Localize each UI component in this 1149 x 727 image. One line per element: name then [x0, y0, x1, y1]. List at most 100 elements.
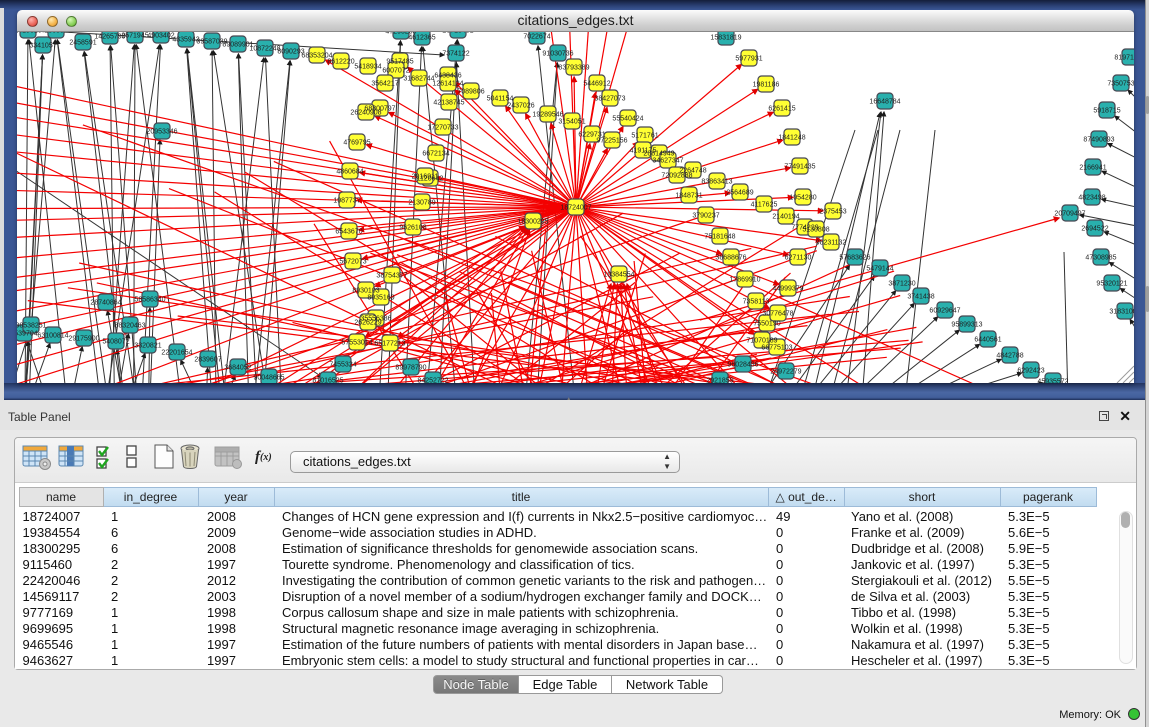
svg-text:2264748: 2264748 [679, 168, 706, 175]
svg-text:2921859: 2921859 [706, 378, 733, 384]
svg-text:47308985: 47308985 [1085, 255, 1116, 262]
svg-text:3341057: 3341057 [29, 43, 56, 50]
svg-text:4117625: 4117625 [751, 202, 778, 209]
svg-text:81016525: 81016525 [312, 378, 343, 384]
svg-text:5418934: 5418934 [354, 64, 381, 71]
svg-text:87490893: 87490893 [1083, 137, 1114, 144]
svg-text:5130808: 5130808 [802, 227, 829, 234]
svg-text:66775103: 66775103 [761, 345, 792, 352]
svg-text:3320821: 3320821 [134, 343, 161, 350]
svg-text:3741438: 3741438 [907, 294, 934, 301]
svg-text:2166941: 2166941 [1079, 165, 1106, 172]
svg-text:1419610: 1419610 [17, 32, 42, 35]
svg-text:7089806: 7089806 [457, 89, 484, 96]
svg-text:5672073: 5672073 [339, 259, 366, 266]
svg-text:2016911: 2016911 [412, 174, 439, 181]
svg-text:91030736: 91030736 [542, 51, 573, 58]
svg-text:1841248: 1841248 [778, 135, 805, 142]
svg-text:4539704: 4539704 [17, 331, 38, 338]
svg-text:5977931: 5977931 [735, 56, 762, 63]
svg-text:16648784: 16648784 [869, 99, 900, 106]
svg-text:23718431: 23718431 [442, 32, 473, 35]
svg-text:6672134: 6672134 [422, 151, 449, 158]
svg-text:9626108: 9626108 [399, 225, 426, 232]
svg-text:2130789: 2130789 [408, 200, 435, 207]
svg-text:12614124: 12614124 [432, 81, 463, 88]
svg-text:20953346: 20953346 [146, 129, 177, 136]
svg-text:6261415: 6261415 [768, 106, 795, 113]
svg-text:2626229: 2626229 [354, 320, 381, 327]
svg-text:95320121: 95320121 [1096, 281, 1127, 288]
svg-text:7455324: 7455324 [329, 362, 356, 369]
svg-text:75181648: 75181648 [704, 234, 735, 241]
svg-text:7350753: 7350753 [1107, 81, 1134, 88]
svg-text:3871230: 3871230 [888, 281, 915, 288]
svg-text:2375453: 2375453 [819, 209, 846, 216]
svg-text:5918715: 5918715 [1093, 108, 1120, 115]
svg-text:2839607: 2839607 [194, 357, 221, 364]
svg-text:26240908: 26240908 [350, 110, 381, 117]
svg-text:18300295: 18300295 [517, 219, 548, 226]
svg-text:31682744: 31682744 [403, 76, 434, 83]
svg-text:28814949: 28814949 [643, 151, 674, 158]
svg-text:8935169: 8935169 [367, 295, 394, 302]
svg-text:8930103: 8930103 [352, 288, 379, 295]
svg-text:7374122: 7374122 [442, 51, 469, 58]
svg-text:89978790: 89978790 [395, 365, 426, 372]
svg-text:2564689: 2564689 [726, 190, 753, 197]
svg-text:65177213: 65177213 [374, 341, 405, 348]
svg-text:57553014: 57553014 [341, 340, 372, 347]
svg-text:83863413: 83863413 [701, 179, 732, 186]
svg-text:24972279: 24972279 [770, 369, 801, 376]
svg-text:8612220: 8612220 [327, 59, 354, 66]
svg-text:3790237: 3790237 [692, 213, 719, 220]
svg-text:90048665: 90048665 [253, 375, 284, 382]
svg-text:4823498: 4823498 [1078, 195, 1105, 202]
svg-text:28740864: 28740864 [90, 300, 121, 307]
svg-text:15831819: 15831819 [710, 35, 741, 42]
svg-text:4612365: 4612365 [408, 35, 435, 42]
svg-text:6438436: 6438436 [434, 73, 461, 80]
svg-text:42138745: 42138745 [433, 100, 464, 107]
svg-text:6271130: 6271130 [785, 255, 812, 262]
svg-text:1848731: 1848731 [675, 193, 702, 200]
svg-text:5171761: 5171761 [631, 133, 658, 140]
svg-text:4769795: 4769795 [343, 140, 370, 147]
svg-text:5041154: 5041154 [487, 96, 514, 103]
svg-text:38538251: 38538251 [17, 323, 47, 330]
svg-text:7358113: 7358113 [743, 299, 770, 306]
svg-text:3564217: 3564217 [371, 81, 398, 88]
svg-text:(x): (x) [260, 452, 272, 463]
svg-text:44999379: 44999379 [772, 286, 803, 293]
svg-text:17270733: 17270733 [427, 125, 458, 132]
svg-text:19384554: 19384554 [603, 272, 634, 279]
svg-text:1987737: 1987737 [333, 198, 360, 205]
svg-text:96028436: 96028436 [727, 362, 758, 369]
svg-text:17869910: 17869910 [729, 277, 760, 284]
svg-text:71070189: 71070189 [746, 338, 777, 345]
svg-text:58586340: 58586340 [134, 297, 165, 304]
svg-text:31831063: 31831063 [1109, 309, 1134, 316]
svg-text:30776478: 30776478 [762, 311, 793, 318]
svg-text:6543670: 6543670 [335, 229, 362, 236]
svg-text:5408072: 5408072 [102, 339, 129, 346]
svg-text:2140194: 2140194 [772, 214, 799, 221]
svg-text:5446912: 5446912 [583, 81, 610, 88]
svg-text:63100814: 63100814 [37, 333, 68, 340]
svg-text:83793389: 83793389 [558, 65, 589, 72]
svg-text:98231132: 98231132 [816, 240, 847, 247]
svg-text:20709497: 20709497 [1054, 211, 1085, 218]
svg-text:10872248: 10872248 [249, 46, 280, 53]
svg-text:2437026: 2437026 [507, 103, 534, 110]
svg-text:6007072: 6007072 [382, 68, 409, 75]
svg-text:18724007: 18724007 [560, 205, 591, 212]
svg-text:4903402: 4903402 [147, 33, 174, 40]
svg-text:45935572: 45935572 [1037, 379, 1068, 384]
svg-text:77491435: 77491435 [784, 164, 815, 171]
svg-text:60929647: 60929647 [929, 308, 960, 315]
svg-text:2458591: 2458591 [69, 40, 96, 47]
svg-text:2571945: 2571945 [121, 33, 148, 40]
svg-text:88320463: 88320463 [114, 323, 145, 330]
svg-text:97225156: 97225156 [596, 138, 627, 145]
svg-text:38754377: 38754377 [376, 273, 407, 280]
